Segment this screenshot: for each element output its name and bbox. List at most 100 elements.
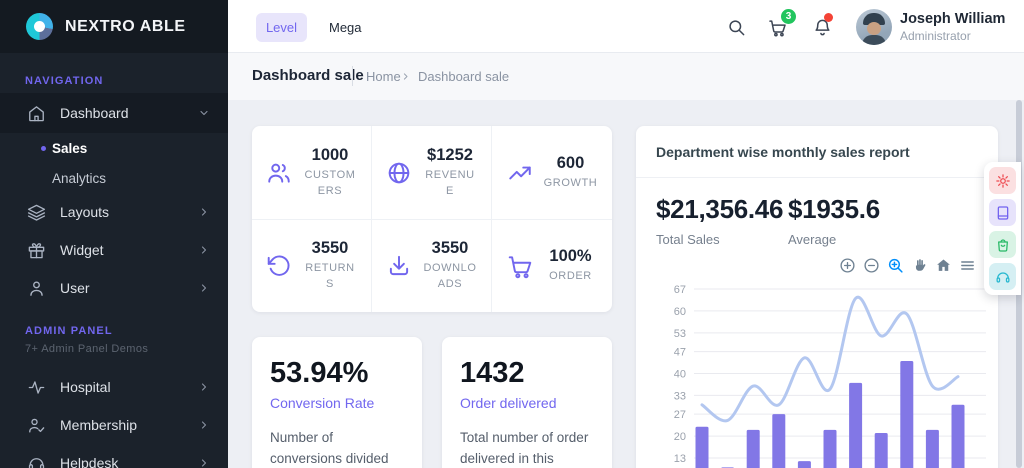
headset-icon — [995, 269, 1011, 285]
breadcrumb-home-link[interactable]: Home — [366, 69, 401, 84]
chevron-right-icon — [198, 244, 210, 256]
chart-toolbar — [839, 257, 976, 274]
stat-value: 600 — [556, 153, 585, 172]
avatar-face — [867, 22, 881, 35]
sales-chart[interactable]: 67 60 53 47 40 33 27 20 13 — [648, 282, 992, 468]
user-role: Administrator — [900, 29, 971, 43]
tab-level[interactable]: Level — [256, 13, 307, 42]
brand[interactable]: NEXTRO ABLE — [0, 0, 228, 53]
stat-value: 3550 — [311, 239, 349, 258]
sidebar-subitem-label: Analytics — [52, 170, 107, 186]
zoom-out-icon[interactable] — [863, 257, 880, 274]
sales-report-card: Department wise monthly sales report $21… — [636, 126, 998, 468]
stat-value: 100% — [549, 247, 592, 266]
sidebar-item-membership[interactable]: Membership — [0, 406, 228, 444]
sidebar-section-sublabel: 7+ Admin Panel Demos — [25, 343, 149, 355]
book-icon — [995, 205, 1011, 221]
sidebar-item-label: Hospital — [60, 379, 111, 395]
stat-label: GROWTH — [543, 176, 598, 189]
stat-label: DOWNLOADS — [423, 262, 477, 290]
cart-icon — [507, 253, 533, 279]
stat-value: $1252 — [427, 145, 473, 164]
gift-icon — [27, 241, 46, 260]
cart-badge: 3 — [781, 9, 796, 24]
svg-text:27: 27 — [674, 409, 686, 421]
chevron-right-icon — [198, 457, 210, 468]
activity-icon — [27, 378, 46, 397]
svg-text:13: 13 — [674, 453, 686, 465]
stat-customers: 1000 CUSTOMERS — [252, 126, 372, 219]
sidebar-item-user[interactable]: User — [0, 269, 228, 307]
stat-label: ORDER — [549, 270, 592, 283]
notification-badge — [824, 13, 833, 22]
chevron-down-icon — [198, 107, 210, 119]
conversion-rate-card: 53.94% Conversion Rate Number of convers… — [252, 337, 422, 468]
average-value: $1935.6 — [788, 194, 880, 224]
svg-text:20: 20 — [674, 431, 686, 443]
order-value: 1432 — [460, 357, 525, 389]
page-title: Dashboard sale — [252, 67, 364, 84]
report-title: Department wise monthly sales report — [636, 126, 998, 178]
home-reset-icon[interactable] — [935, 257, 952, 274]
user-name[interactable]: Joseph William — [900, 11, 1005, 27]
total-sales-label: Total Sales — [656, 232, 720, 247]
sidebar-section-navigation: NAVIGATION — [25, 75, 104, 87]
conversion-title: Conversion Rate — [270, 395, 375, 411]
order-delivered-card: 1432 Order delivered Total number of ord… — [442, 337, 612, 468]
brand-logo-icon — [26, 13, 53, 40]
sidebar-item-dashboard[interactable]: Dashboard — [0, 93, 228, 133]
average-label: Average — [788, 232, 837, 247]
order-description: Total number of order delivered in this … — [460, 430, 589, 466]
svg-text:67: 67 — [674, 284, 686, 296]
conversion-value: 53.94% — [270, 357, 369, 389]
layers-icon — [27, 203, 46, 222]
chevron-right-icon — [198, 282, 210, 294]
user-icon — [27, 279, 46, 298]
sidebar-item-widget[interactable]: Widget — [0, 231, 228, 269]
sidebar-item-hospital[interactable]: Hospital — [0, 368, 228, 406]
total-sales-value: $21,356.46 — [656, 194, 784, 224]
sidebar-subitem-analytics[interactable]: Analytics — [0, 163, 228, 193]
stat-value: 1000 — [311, 145, 349, 164]
sidebar-item-label: Widget — [60, 242, 104, 258]
stat-downloads: 3550 DOWNLOADS — [372, 219, 492, 312]
gear-icon — [995, 173, 1011, 189]
brand-name: NEXTRO ABLE — [65, 17, 186, 35]
stats-grid-card: 1000 CUSTOMERS $1252 REVENUE 600 GROWTH … — [252, 126, 612, 312]
pan-icon[interactable] — [911, 257, 928, 274]
chevron-right-icon — [198, 381, 210, 393]
sidebar-subitem-label: Sales — [52, 140, 88, 156]
menu-icon[interactable] — [959, 257, 976, 274]
zoom-in-icon[interactable] — [839, 257, 856, 274]
divider — [352, 66, 353, 86]
settings-fab[interactable] — [989, 167, 1016, 194]
sidebar: NEXTRO ABLE NAVIGATION Dashboard Sales A… — [0, 0, 228, 468]
avatar[interactable] — [856, 9, 892, 45]
tab-mega[interactable]: Mega — [321, 13, 370, 42]
sidebar-section-admin-panel: ADMIN PANEL — [25, 325, 113, 337]
chevron-right-icon — [198, 206, 210, 218]
sidebar-subitem-sales[interactable]: Sales — [0, 133, 228, 163]
stat-label: CUSTOMERS — [304, 168, 356, 197]
floating-action-panel — [984, 162, 1021, 295]
sidebar-item-layouts[interactable]: Layouts — [0, 193, 228, 231]
globe-icon — [386, 160, 412, 186]
svg-text:60: 60 — [674, 306, 686, 318]
total-sales-stat: $21,356.46 Total Sales — [656, 194, 783, 247]
rotate-ccw-icon — [266, 253, 292, 279]
support-fab[interactable] — [989, 263, 1016, 290]
svg-text:47: 47 — [674, 347, 686, 359]
conversion-description: Number of conversions divided by the tot… — [270, 430, 389, 466]
shopping-bag-icon — [995, 237, 1011, 253]
bullet-icon — [41, 146, 46, 151]
average-stat: $1935.6 Average — [788, 194, 880, 247]
shop-fab[interactable] — [989, 231, 1016, 258]
trending-up-icon — [507, 160, 533, 186]
search-icon[interactable] — [727, 18, 746, 37]
sidebar-item-helpdesk[interactable]: Helpdesk — [0, 444, 228, 468]
documentation-fab[interactable] — [989, 199, 1016, 226]
sidebar-item-label: Dashboard — [60, 105, 129, 121]
users-icon — [266, 160, 292, 186]
selection-zoom-icon[interactable] — [887, 257, 904, 274]
stat-returns: 3550 RETURNS — [252, 219, 372, 312]
